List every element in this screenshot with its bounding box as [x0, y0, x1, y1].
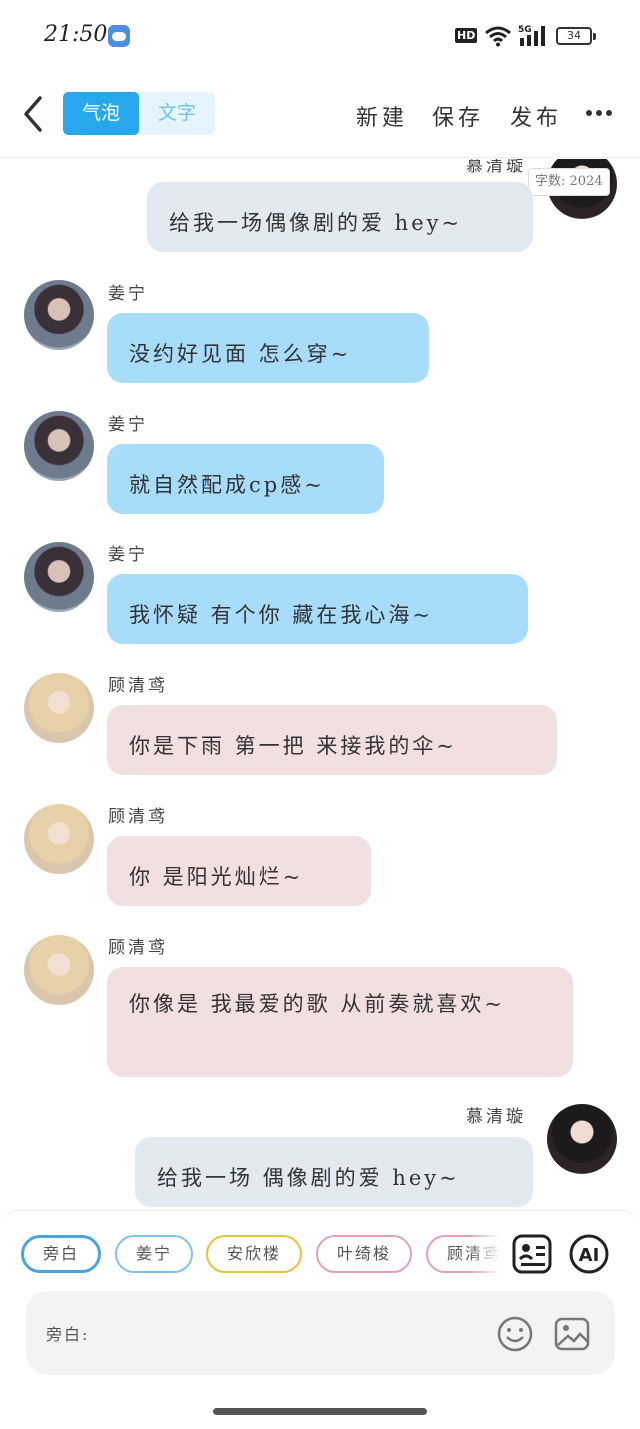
emoji-icon[interactable]: [496, 1315, 534, 1353]
wifi-icon: [485, 26, 511, 47]
battery-icon: 34: [556, 27, 596, 45]
avatar[interactable]: [24, 673, 94, 743]
hd-badge: HD: [455, 28, 478, 43]
sender-name: 慕清璇: [466, 159, 526, 176]
avatar[interactable]: [547, 1104, 617, 1174]
signal-icon: 5G: [518, 25, 545, 46]
message-input[interactable]: 旁白:: [26, 1291, 615, 1375]
role-card-icon[interactable]: [511, 1233, 553, 1275]
role-chip[interactable]: 叶绮梭: [316, 1235, 412, 1273]
ai-label: AI: [579, 1245, 600, 1266]
message-bubble[interactable]: 给我一场偶像剧的爱 hey~: [147, 182, 533, 252]
sender-name: 姜宁: [108, 545, 148, 565]
ai-icon[interactable]: AI: [568, 1233, 610, 1275]
mode-toggle: 气泡 文字: [63, 92, 215, 135]
sender-name: 顾清鸢: [108, 807, 168, 827]
top-bar: 气泡 文字 新建 保存 发布: [0, 78, 640, 158]
message-bubble[interactable]: 给我一场 偶像剧的爱 hey~: [135, 1137, 533, 1207]
more-icon[interactable]: [584, 98, 614, 128]
message-bubble[interactable]: 你 是阳光灿烂~: [107, 836, 371, 906]
sender-name: 顾清鸢: [108, 938, 168, 958]
message-bubble[interactable]: 就自然配成cp感~: [107, 444, 384, 514]
avatar[interactable]: [24, 411, 94, 481]
save-button[interactable]: 保存: [432, 100, 484, 132]
chip-fade: [470, 1231, 500, 1277]
message-bubble[interactable]: 没约好见面 怎么穿~: [107, 313, 429, 383]
word-count-badge: 字数: 2024: [528, 168, 610, 196]
status-time: 21:50: [44, 22, 108, 47]
message-bubble[interactable]: 你是下雨 第一把 来接我的伞~: [107, 705, 557, 775]
avatar[interactable]: [24, 935, 94, 1005]
message-bubble[interactable]: 你像是 我最爱的歌 从前奏就喜欢~: [107, 967, 573, 1077]
sender-name: 姜宁: [108, 284, 148, 304]
status-bar: 21:50 HD 5G 34: [0, 0, 640, 72]
publish-button[interactable]: 发布: [510, 100, 562, 132]
role-chip-narration[interactable]: 旁白: [21, 1235, 101, 1273]
bottom-panel: 旁白 姜宁 安欣楼 叶绮梭 顾清鸢 AI 旁白:: [0, 1210, 640, 1429]
role-chip[interactable]: 安欣楼: [206, 1235, 302, 1273]
mode-text-button[interactable]: 文字: [139, 92, 215, 135]
svg-text:5G: 5G: [518, 25, 532, 35]
input-role-label: 旁白:: [46, 1325, 90, 1344]
back-icon[interactable]: [18, 94, 50, 134]
mode-bubble-button[interactable]: 气泡: [63, 92, 139, 135]
avatar[interactable]: [24, 280, 94, 350]
avatar[interactable]: [24, 542, 94, 612]
message-bubble[interactable]: 我怀疑 有个你 藏在我心海~: [107, 574, 528, 644]
sender-name: 慕清璇: [466, 1107, 526, 1127]
avatar[interactable]: [24, 804, 94, 874]
role-chip[interactable]: 姜宁: [115, 1235, 193, 1273]
chat-area[interactable]: 慕清璇 字数: 2024 给我一场偶像剧的爱 hey~ 姜宁 没约好见面 怎么穿…: [0, 159, 640, 1209]
sender-name: 顾清鸢: [108, 676, 168, 696]
sender-name: 姜宁: [108, 415, 148, 435]
image-icon[interactable]: [553, 1315, 591, 1353]
new-button[interactable]: 新建: [356, 100, 408, 132]
weather-icon: [108, 25, 130, 47]
home-indicator[interactable]: [213, 1408, 427, 1415]
